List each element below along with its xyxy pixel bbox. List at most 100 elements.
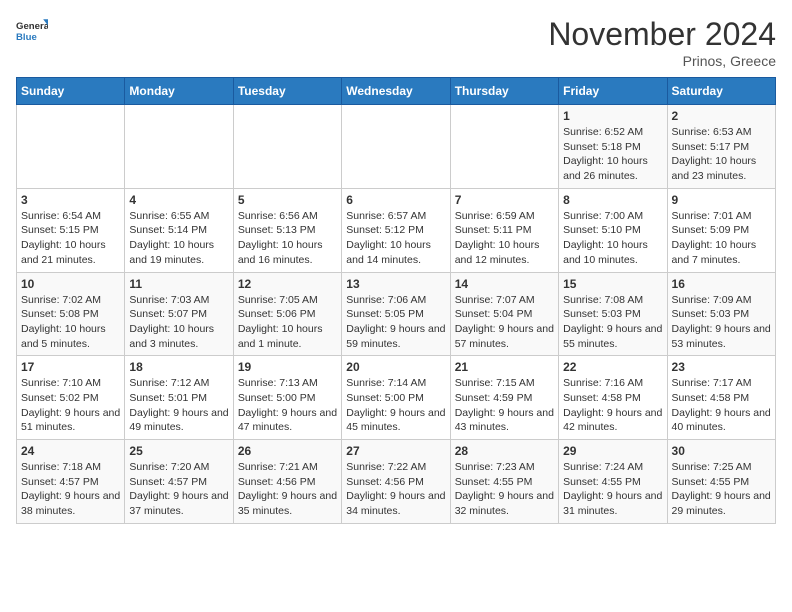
day-header-saturday: Saturday bbox=[667, 78, 775, 105]
day-number: 25 bbox=[129, 444, 228, 458]
day-number: 1 bbox=[563, 109, 662, 123]
day-number: 13 bbox=[346, 277, 445, 291]
day-info: Sunrise: 6:55 AM Sunset: 5:14 PM Dayligh… bbox=[129, 209, 228, 268]
day-info: Sunrise: 7:18 AM Sunset: 4:57 PM Dayligh… bbox=[21, 460, 120, 519]
day-number: 22 bbox=[563, 360, 662, 374]
calendar-cell: 8Sunrise: 7:00 AM Sunset: 5:10 PM Daylig… bbox=[559, 188, 667, 272]
day-number: 28 bbox=[455, 444, 554, 458]
calendar-cell: 10 Sunrise: 7:02 AM Sunset: 5:08 PM Dayli… bbox=[17, 272, 125, 356]
day-number: 14 bbox=[455, 277, 554, 291]
day-number: 16 bbox=[672, 277, 771, 291]
calendar-cell: 20 Sunrise: 7:14 AM Sunset: 5:00 PM Dayli… bbox=[342, 356, 450, 440]
calendar-cell: 6 Sunrise: 6:57 AM Sunset: 5:12 PM Daylig… bbox=[342, 188, 450, 272]
calendar-cell: 27 Sunrise: 7:22 AM Sunset: 4:56 PM Dayli… bbox=[342, 440, 450, 524]
day-number: 27 bbox=[346, 444, 445, 458]
day-info: Sunrise: 7:08 AM Sunset: 5:03 PM Dayligh… bbox=[563, 293, 662, 352]
day-info: Sunrise: 7:15 AM Sunset: 4:59 PM Dayligh… bbox=[455, 376, 554, 435]
day-info: Sunrise: 7:20 AM Sunset: 4:57 PM Dayligh… bbox=[129, 460, 228, 519]
day-info: Sunrise: 7:16 AM Sunset: 4:58 PM Dayligh… bbox=[563, 376, 662, 435]
svg-text:Blue: Blue bbox=[16, 32, 37, 43]
day-info: Sunrise: 7:25 AM Sunset: 4:55 PM Dayligh… bbox=[672, 460, 771, 519]
day-info: Sunrise: 7:13 AM Sunset: 5:00 PM Dayligh… bbox=[238, 376, 337, 435]
logo-icon: General Blue bbox=[16, 16, 48, 48]
calendar-cell: 4Sunrise: 6:55 AM Sunset: 5:14 PM Daylig… bbox=[125, 188, 233, 272]
day-number: 9 bbox=[672, 193, 771, 207]
day-header-wednesday: Wednesday bbox=[342, 78, 450, 105]
day-number: 29 bbox=[563, 444, 662, 458]
day-number: 18 bbox=[129, 360, 228, 374]
calendar-cell: 23 Sunrise: 7:17 AM Sunset: 4:58 PM Dayli… bbox=[667, 356, 775, 440]
day-info: Sunrise: 7:07 AM Sunset: 5:04 PM Dayligh… bbox=[455, 293, 554, 352]
day-number: 19 bbox=[238, 360, 337, 374]
day-number: 10 bbox=[21, 277, 120, 291]
calendar-cell: 14 Sunrise: 7:07 AM Sunset: 5:04 PM Dayli… bbox=[450, 272, 558, 356]
day-header-monday: Monday bbox=[125, 78, 233, 105]
day-header-thursday: Thursday bbox=[450, 78, 558, 105]
day-info: Sunrise: 7:01 AM Sunset: 5:09 PM Dayligh… bbox=[672, 209, 771, 268]
day-number: 11 bbox=[129, 277, 228, 291]
day-info: Sunrise: 7:12 AM Sunset: 5:01 PM Dayligh… bbox=[129, 376, 228, 435]
calendar-cell: 7 Sunrise: 6:59 AM Sunset: 5:11 PM Daylig… bbox=[450, 188, 558, 272]
calendar-cell: 22 Sunrise: 7:16 AM Sunset: 4:58 PM Dayli… bbox=[559, 356, 667, 440]
location-subtitle: Prinos, Greece bbox=[548, 53, 776, 69]
calendar-cell: 1 Sunrise: 6:52 AM Sunset: 5:18 PM Daylig… bbox=[559, 105, 667, 189]
calendar-cell: 28 Sunrise: 7:23 AM Sunset: 4:55 PM Dayli… bbox=[450, 440, 558, 524]
calendar-cell: 21 Sunrise: 7:15 AM Sunset: 4:59 PM Dayli… bbox=[450, 356, 558, 440]
day-info: Sunrise: 7:06 AM Sunset: 5:05 PM Dayligh… bbox=[346, 293, 445, 352]
calendar-cell: 2 Sunrise: 6:53 AM Sunset: 5:17 PM Daylig… bbox=[667, 105, 775, 189]
calendar-cell: 26 Sunrise: 7:21 AM Sunset: 4:56 PM Dayli… bbox=[233, 440, 341, 524]
day-number: 30 bbox=[672, 444, 771, 458]
day-number: 26 bbox=[238, 444, 337, 458]
calendar-cell: 9 Sunrise: 7:01 AM Sunset: 5:09 PM Daylig… bbox=[667, 188, 775, 272]
calendar-cell: 13 Sunrise: 7:06 AM Sunset: 5:05 PM Dayli… bbox=[342, 272, 450, 356]
day-number: 6 bbox=[346, 193, 445, 207]
day-number: 2 bbox=[672, 109, 771, 123]
calendar-cell: 29 Sunrise: 7:24 AM Sunset: 4:55 PM Dayli… bbox=[559, 440, 667, 524]
calendar-cell: 15 Sunrise: 7:08 AM Sunset: 5:03 PM Dayli… bbox=[559, 272, 667, 356]
day-info: Sunrise: 7:10 AM Sunset: 5:02 PM Dayligh… bbox=[21, 376, 120, 435]
day-number: 21 bbox=[455, 360, 554, 374]
calendar-cell: 18 Sunrise: 7:12 AM Sunset: 5:01 PM Dayli… bbox=[125, 356, 233, 440]
calendar-cell: 24 Sunrise: 7:18 AM Sunset: 4:57 PM Dayli… bbox=[17, 440, 125, 524]
calendar-cell bbox=[125, 105, 233, 189]
day-info: Sunrise: 6:52 AM Sunset: 5:18 PM Dayligh… bbox=[563, 125, 662, 184]
day-info: Sunrise: 6:54 AM Sunset: 5:15 PM Dayligh… bbox=[21, 209, 120, 268]
day-header-sunday: Sunday bbox=[17, 78, 125, 105]
day-header-tuesday: Tuesday bbox=[233, 78, 341, 105]
calendar-cell: 19 Sunrise: 7:13 AM Sunset: 5:00 PM Dayli… bbox=[233, 356, 341, 440]
day-number: 15 bbox=[563, 277, 662, 291]
day-info: Sunrise: 7:17 AM Sunset: 4:58 PM Dayligh… bbox=[672, 376, 771, 435]
day-info: Sunrise: 6:53 AM Sunset: 5:17 PM Dayligh… bbox=[672, 125, 771, 184]
day-number: 5 bbox=[238, 193, 337, 207]
calendar-cell: 17 Sunrise: 7:10 AM Sunset: 5:02 PM Dayli… bbox=[17, 356, 125, 440]
calendar-cell bbox=[342, 105, 450, 189]
calendar-cell bbox=[17, 105, 125, 189]
month-title: November 2024 bbox=[548, 16, 776, 53]
day-info: Sunrise: 7:02 AM Sunset: 5:08 PM Dayligh… bbox=[21, 293, 120, 352]
calendar-cell: 25 Sunrise: 7:20 AM Sunset: 4:57 PM Dayli… bbox=[125, 440, 233, 524]
day-number: 24 bbox=[21, 444, 120, 458]
day-number: 3 bbox=[21, 193, 120, 207]
calendar-cell: 16Sunrise: 7:09 AM Sunset: 5:03 PM Dayli… bbox=[667, 272, 775, 356]
day-info: Sunrise: 7:03 AM Sunset: 5:07 PM Dayligh… bbox=[129, 293, 228, 352]
day-number: 17 bbox=[21, 360, 120, 374]
day-number: 23 bbox=[672, 360, 771, 374]
calendar-cell: 11 Sunrise: 7:03 AM Sunset: 5:07 PM Dayli… bbox=[125, 272, 233, 356]
day-number: 8 bbox=[563, 193, 662, 207]
day-info: Sunrise: 7:22 AM Sunset: 4:56 PM Dayligh… bbox=[346, 460, 445, 519]
day-info: Sunrise: 6:57 AM Sunset: 5:12 PM Dayligh… bbox=[346, 209, 445, 268]
logo: General Blue bbox=[16, 16, 48, 48]
calendar-cell: 12Sunrise: 7:05 AM Sunset: 5:06 PM Dayli… bbox=[233, 272, 341, 356]
calendar-cell bbox=[233, 105, 341, 189]
day-info: Sunrise: 7:23 AM Sunset: 4:55 PM Dayligh… bbox=[455, 460, 554, 519]
day-header-friday: Friday bbox=[559, 78, 667, 105]
day-number: 20 bbox=[346, 360, 445, 374]
day-info: Sunrise: 6:56 AM Sunset: 5:13 PM Dayligh… bbox=[238, 209, 337, 268]
day-number: 7 bbox=[455, 193, 554, 207]
day-info: Sunrise: 7:21 AM Sunset: 4:56 PM Dayligh… bbox=[238, 460, 337, 519]
calendar-table: SundayMondayTuesdayWednesdayThursdayFrid… bbox=[16, 77, 776, 524]
calendar-cell: 30 Sunrise: 7:25 AM Sunset: 4:55 PM Dayli… bbox=[667, 440, 775, 524]
day-info: Sunrise: 7:24 AM Sunset: 4:55 PM Dayligh… bbox=[563, 460, 662, 519]
day-info: Sunrise: 6:59 AM Sunset: 5:11 PM Dayligh… bbox=[455, 209, 554, 268]
day-info: Sunrise: 7:14 AM Sunset: 5:00 PM Dayligh… bbox=[346, 376, 445, 435]
